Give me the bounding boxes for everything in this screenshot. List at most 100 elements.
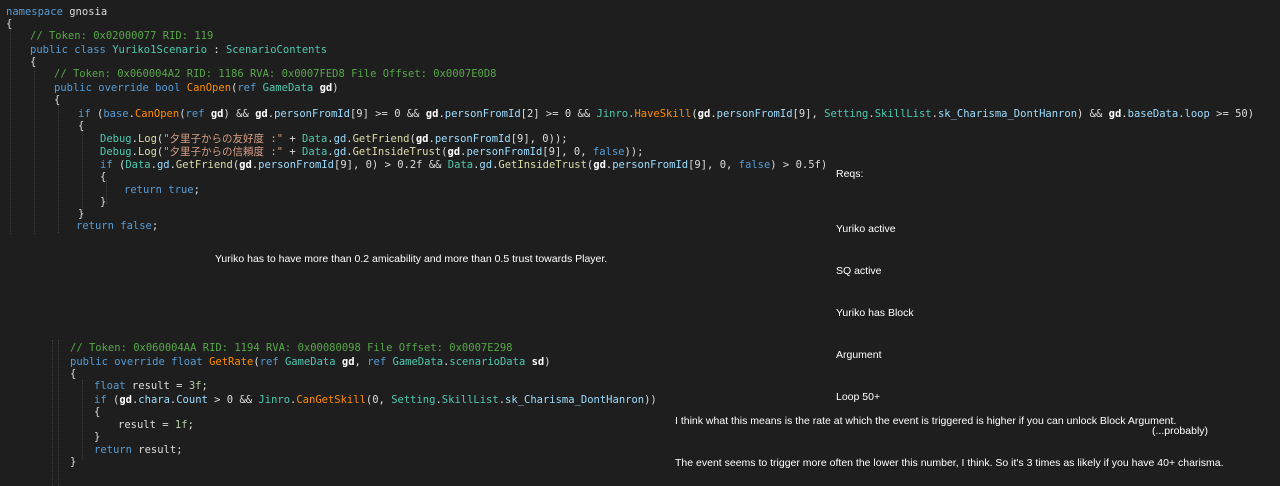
code-text: result =	[125, 380, 189, 392]
property-name: gd	[333, 133, 347, 145]
class-name: Yuriko1Scenario	[112, 44, 208, 56]
code-text: (	[90, 108, 104, 120]
amicability-note: Yuriko has to have more than 0.2 amicabi…	[215, 253, 608, 265]
keyword: false	[120, 220, 152, 232]
param-name: gd	[319, 82, 333, 94]
method-name: GetInsideTrust	[352, 146, 442, 158]
keyword: namespace	[6, 6, 63, 18]
code-text: ;	[187, 419, 194, 431]
rate-note-line: The event seems to trigger more often th…	[675, 457, 1224, 469]
code-text: result;	[131, 444, 183, 456]
token-comment: // Token: 0x060004A2 RID: 1186 RVA: 0x00…	[54, 68, 497, 80]
keyword: if	[78, 108, 91, 120]
code-text: ) &&	[223, 108, 256, 120]
code-line: result = 1f;	[118, 419, 194, 431]
code-block-getrate: // Token: 0x060004AA RID: 1194 RVA: 0x00…	[70, 342, 690, 486]
code-line: Debug.Log("夕里子からの友好度 :" + Data.gd.GetFri…	[100, 133, 568, 145]
code-line: if (gd.chara.Count > 0 && Jinro.CanGetSk…	[94, 394, 657, 406]
brace: }	[94, 431, 101, 443]
code-text: (	[112, 159, 126, 171]
code-text: +	[283, 146, 302, 158]
method-name: CanOpen	[186, 82, 232, 94]
code-line: {	[94, 406, 100, 418]
code-text: > 0 &&	[207, 394, 259, 406]
code-text: ,	[354, 356, 368, 368]
keyword: true	[168, 184, 194, 196]
property-name: personFromId	[444, 108, 521, 120]
number-literal: 3f	[188, 380, 202, 392]
code-line: public override bool CanOpen(ref GameDat…	[54, 82, 339, 94]
reqs-note: Reqs: Yuriko active SQ active Yuriko has…	[836, 139, 914, 418]
token-comment: // Token: 0x02000077 RID: 119	[30, 30, 214, 42]
enum-member: sk_Charisma_DontHanron	[937, 108, 1078, 120]
brace: {	[94, 406, 101, 418]
brace: {	[54, 94, 61, 106]
property-name: personFromId	[274, 108, 350, 120]
code-text: ))	[644, 394, 657, 406]
enum-member: sk_Charisma_DontHanron	[505, 394, 645, 406]
reqs-item: Yuriko has Block	[836, 307, 914, 319]
method-name: GetFriend	[175, 159, 233, 171]
param-name: gd	[415, 133, 429, 145]
code-text: (	[106, 394, 120, 406]
method-name: GetRate	[209, 356, 254, 368]
code-text: [9], 0) > 0.2f &&	[334, 159, 448, 171]
keyword: public class	[30, 44, 106, 56]
type-name: GameData	[262, 82, 314, 94]
type-name: SkillList	[874, 108, 932, 120]
indent-guide	[58, 340, 59, 486]
property-name: loop	[1184, 108, 1210, 120]
param-name: gd	[239, 159, 252, 171]
property-name: baseData	[1127, 108, 1179, 120]
brace: }	[100, 196, 107, 208]
type-name: scenarioData	[449, 356, 526, 368]
reqs-item: Argument	[836, 349, 882, 361]
type-name: Data	[302, 133, 328, 145]
code-text: [2] >= 0 &&	[520, 108, 597, 120]
property-name: personFromId	[434, 133, 511, 145]
param-name: gd	[210, 108, 224, 120]
code-text: [9], 0,	[688, 159, 739, 171]
keyword: false	[592, 146, 625, 158]
code-line: }	[78, 208, 84, 220]
code-line: // Token: 0x02000077 RID: 119	[30, 30, 213, 42]
code-text: ;	[151, 220, 159, 232]
property-name: personFromId	[612, 159, 689, 171]
code-text: ;	[193, 184, 200, 196]
property-name: chara	[138, 394, 170, 406]
brace: {	[6, 18, 13, 30]
property-name: Count	[176, 394, 208, 406]
code-line: {	[54, 94, 60, 106]
keyword: if	[100, 159, 113, 171]
param-name: sd	[531, 356, 545, 368]
brace: }	[70, 456, 77, 468]
type-name: GameData	[392, 356, 444, 368]
keyword: return	[124, 184, 162, 196]
code-line: float result = 3f;	[94, 380, 208, 392]
method-name: Log	[137, 146, 157, 158]
type-name: Setting	[824, 108, 869, 120]
keyword: return	[76, 220, 114, 232]
code-text: [9],	[792, 108, 825, 120]
brace: {	[70, 368, 77, 380]
property-name: personFromId	[466, 146, 543, 158]
param-name: gd	[593, 159, 606, 171]
code-line: {	[6, 18, 12, 30]
keyword: public override bool	[54, 82, 181, 94]
code-line: // Token: 0x060004AA RID: 1194 RVA: 0x00…	[70, 342, 513, 354]
keyword: ref	[185, 108, 205, 120]
keyword: ref	[237, 82, 257, 94]
keyword: ref	[259, 356, 279, 368]
param-name: gd	[1108, 108, 1122, 120]
code-line: return false;	[76, 220, 158, 232]
code-line: namespace gnosia	[6, 6, 107, 18]
reqs-item: Yuriko active	[836, 223, 896, 235]
code-text: ));	[624, 146, 644, 158]
method-name: HaveSkill	[634, 108, 692, 120]
code-line: if (Data.gd.GetFriend(gd.personFromId[9]…	[100, 159, 827, 171]
code-line: return result;	[94, 444, 183, 456]
code-line: // Token: 0x060004A2 RID: 1186 RVA: 0x00…	[54, 68, 497, 80]
token-comment: // Token: 0x060004AA RID: 1194 RVA: 0x00…	[70, 342, 513, 354]
code-text: ;	[201, 380, 208, 392]
brace: {	[30, 56, 37, 68]
